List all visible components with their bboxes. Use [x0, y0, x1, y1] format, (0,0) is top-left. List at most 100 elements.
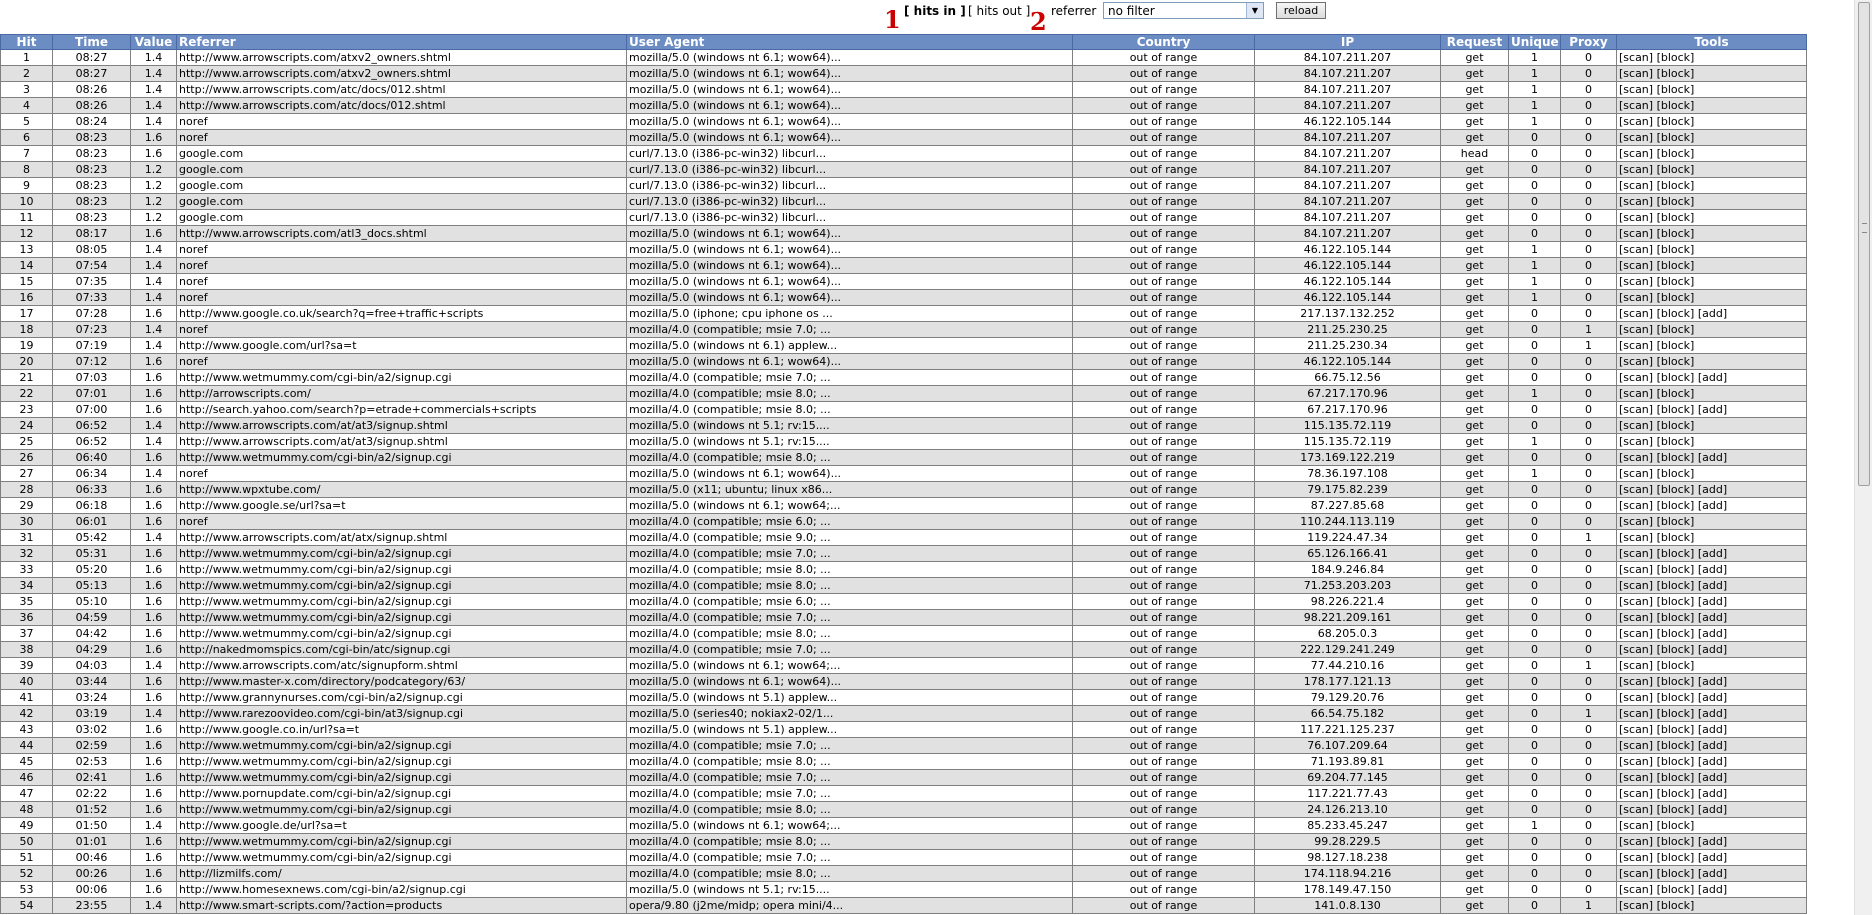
block-link[interactable]: [block] [1657, 307, 1695, 320]
scan-link[interactable]: [scan] [1619, 435, 1653, 448]
cell-referrer[interactable]: google.com [176, 145, 627, 162]
cell-referrer[interactable]: noref [176, 257, 627, 274]
scan-link[interactable]: [scan] [1619, 179, 1653, 192]
scan-link[interactable]: [scan] [1619, 147, 1653, 160]
scan-link[interactable]: [scan] [1619, 515, 1653, 528]
cell-referrer[interactable]: http://www.wetmummy.com/cgi-bin/a2/signu… [176, 769, 627, 786]
cell-referrer[interactable]: http://www.google.co.uk/search?q=free+tr… [176, 305, 627, 322]
add-link[interactable]: [add] [1698, 835, 1727, 848]
block-link[interactable]: [block] [1657, 67, 1695, 80]
vertical-scrollbar[interactable] [1854, 0, 1872, 915]
chevron-down-icon[interactable]: ▼ [1246, 3, 1263, 18]
column-header-country[interactable]: Country [1072, 34, 1255, 50]
cell-referrer[interactable]: noref [176, 273, 627, 290]
block-link[interactable]: [block] [1657, 323, 1695, 336]
cell-referrer[interactable]: http://arrowscripts.com/ [176, 385, 627, 402]
add-link[interactable]: [add] [1698, 371, 1727, 384]
block-link[interactable]: [block] [1657, 291, 1695, 304]
cell-referrer[interactable]: http://www.arrowscripts.com/atl3_docs.sh… [176, 225, 627, 242]
block-link[interactable]: [block] [1657, 531, 1695, 544]
block-link[interactable]: [block] [1657, 883, 1695, 896]
scan-link[interactable]: [scan] [1619, 883, 1653, 896]
scan-link[interactable]: [scan] [1619, 595, 1653, 608]
scan-link[interactable]: [scan] [1619, 275, 1653, 288]
cell-referrer[interactable]: http://www.arrowscripts.com/atxv2_owners… [176, 65, 627, 82]
block-link[interactable]: [block] [1657, 851, 1695, 864]
block-link[interactable]: [block] [1657, 387, 1695, 400]
column-header-request[interactable]: Request [1440, 34, 1509, 50]
scan-link[interactable]: [scan] [1619, 627, 1653, 640]
scan-link[interactable]: [scan] [1619, 579, 1653, 592]
scan-link[interactable]: [scan] [1619, 867, 1653, 880]
block-link[interactable]: [block] [1657, 147, 1695, 160]
scan-link[interactable]: [scan] [1619, 643, 1653, 656]
cell-referrer[interactable]: http://www.grannynurses.com/cgi-bin/a2/s… [176, 689, 627, 706]
cell-referrer[interactable]: noref [176, 129, 627, 146]
block-link[interactable]: [block] [1657, 435, 1695, 448]
scan-link[interactable]: [scan] [1619, 355, 1653, 368]
cell-referrer[interactable]: http://www.wetmummy.com/cgi-bin/a2/signu… [176, 625, 627, 642]
column-header-user-agent[interactable]: User Agent [626, 34, 1073, 50]
add-link[interactable]: [add] [1698, 483, 1727, 496]
block-link[interactable]: [block] [1657, 819, 1695, 832]
block-link[interactable]: [block] [1657, 659, 1695, 672]
add-link[interactable]: [add] [1698, 403, 1727, 416]
scan-link[interactable]: [scan] [1619, 259, 1653, 272]
cell-referrer[interactable]: http://www.wetmummy.com/cgi-bin/a2/signu… [176, 593, 627, 610]
scan-link[interactable]: [scan] [1619, 707, 1653, 720]
add-link[interactable]: [add] [1698, 723, 1727, 736]
scan-link[interactable]: [scan] [1619, 467, 1653, 480]
scan-link[interactable]: [scan] [1619, 675, 1653, 688]
add-link[interactable]: [add] [1698, 579, 1727, 592]
scan-link[interactable]: [scan] [1619, 531, 1653, 544]
block-link[interactable]: [block] [1657, 755, 1695, 768]
cell-referrer[interactable]: http://www.pornupdate.com/cgi-bin/a2/sig… [176, 785, 627, 802]
scan-link[interactable]: [scan] [1619, 371, 1653, 384]
scan-link[interactable]: [scan] [1619, 227, 1653, 240]
cell-referrer[interactable]: http://www.wetmummy.com/cgi-bin/a2/signu… [176, 833, 627, 850]
add-link[interactable]: [add] [1698, 307, 1727, 320]
cell-referrer[interactable]: http://www.wetmummy.com/cgi-bin/a2/signu… [176, 609, 627, 626]
cell-referrer[interactable]: noref [176, 465, 627, 482]
block-link[interactable]: [block] [1657, 643, 1695, 656]
block-link[interactable]: [block] [1657, 451, 1695, 464]
block-link[interactable]: [block] [1657, 483, 1695, 496]
scan-link[interactable]: [scan] [1619, 499, 1653, 512]
block-link[interactable]: [block] [1657, 227, 1695, 240]
add-link[interactable]: [add] [1698, 595, 1727, 608]
block-link[interactable]: [block] [1657, 339, 1695, 352]
scan-link[interactable]: [scan] [1619, 67, 1653, 80]
cell-referrer[interactable]: http://www.google.se/url?sa=t [176, 497, 627, 514]
block-link[interactable]: [block] [1657, 499, 1695, 512]
block-link[interactable]: [block] [1657, 163, 1695, 176]
cell-referrer[interactable]: http://www.google.de/url?sa=t [176, 817, 627, 834]
add-link[interactable]: [add] [1698, 707, 1727, 720]
scan-link[interactable]: [scan] [1619, 835, 1653, 848]
cell-referrer[interactable]: http://www.arrowscripts.com/atxv2_owners… [176, 49, 627, 66]
column-header-value[interactable]: Value [130, 34, 177, 50]
cell-referrer[interactable]: noref [176, 513, 627, 530]
scan-link[interactable]: [scan] [1619, 387, 1653, 400]
scan-link[interactable]: [scan] [1619, 659, 1653, 672]
cell-referrer[interactable]: noref [176, 353, 627, 370]
cell-referrer[interactable]: google.com [176, 209, 627, 226]
add-link[interactable]: [add] [1698, 771, 1727, 784]
hits-in-link[interactable]: [ hits in ] [904, 4, 966, 18]
cell-referrer[interactable]: noref [176, 241, 627, 258]
scan-link[interactable]: [scan] [1619, 131, 1653, 144]
scan-link[interactable]: [scan] [1619, 819, 1653, 832]
cell-referrer[interactable]: http://www.arrowscripts.com/atc/docs/012… [176, 81, 627, 98]
add-link[interactable]: [add] [1698, 883, 1727, 896]
cell-referrer[interactable]: http://www.wpxtube.com/ [176, 481, 627, 498]
add-link[interactable]: [add] [1698, 563, 1727, 576]
cell-referrer[interactable]: google.com [176, 161, 627, 178]
block-link[interactable]: [block] [1657, 835, 1695, 848]
add-link[interactable]: [add] [1698, 755, 1727, 768]
cell-referrer[interactable]: http://www.google.com/url?sa=t [176, 337, 627, 354]
add-link[interactable]: [add] [1698, 691, 1727, 704]
block-link[interactable]: [block] [1657, 611, 1695, 624]
block-link[interactable]: [block] [1657, 515, 1695, 528]
cell-referrer[interactable]: noref [176, 113, 627, 130]
cell-referrer[interactable]: http://nakedmomspics.com/cgi-bin/atc/sig… [176, 641, 627, 658]
scan-link[interactable]: [scan] [1619, 787, 1653, 800]
